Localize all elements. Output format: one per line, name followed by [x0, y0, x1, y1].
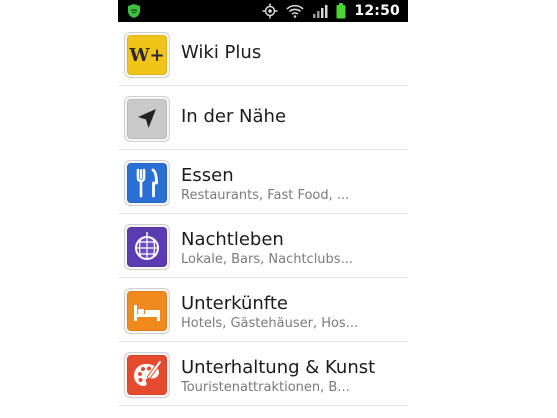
status-bar: 12:50 — [118, 0, 408, 22]
item-subtitle: Lokale, Bars, Nachtclubs... — [181, 252, 353, 267]
fork-knife-icon — [127, 163, 167, 203]
bed-icon — [127, 291, 167, 331]
clock: 12:50 — [354, 3, 400, 19]
list-item-food[interactable]: Essen Restaurants, Fast Food, ... — [118, 150, 408, 214]
list-item-nightlife[interactable]: Nachtleben Lokale, Bars, Nachtclubs... — [118, 214, 408, 278]
item-subtitle: Hotels, Gästehäuser, Hos... — [181, 316, 359, 331]
item-title: Unterhaltung & Kunst — [181, 357, 376, 378]
list-item-entertainment-art[interactable]: Unterhaltung & Kunst Touristenattraktion… — [118, 342, 408, 406]
item-title: Nachtleben — [181, 229, 284, 250]
phone-screen: 12:50 W+ Wiki Plus In der Nähe Essen Res… — [118, 0, 408, 418]
list-item-accommodation[interactable]: Unterkünfte Hotels, Gästehäuser, Hos... — [118, 278, 408, 342]
shield-icon — [126, 3, 142, 19]
navigation-arrow-icon — [127, 99, 167, 139]
category-list: W+ Wiki Plus In der Nähe Essen Restauran… — [118, 22, 408, 406]
signal-icon — [313, 5, 328, 18]
palette-icon — [127, 355, 167, 395]
wifi-icon — [286, 4, 304, 18]
list-item-nearby[interactable]: In der Nähe — [118, 86, 408, 150]
wiki-plus-icon: W+ — [127, 35, 167, 75]
list-item-wiki-plus[interactable]: W+ Wiki Plus — [118, 22, 408, 86]
item-title: Unterkünfte — [181, 293, 288, 314]
item-subtitle: Touristenattraktionen, B... — [181, 380, 350, 395]
item-subtitle: Restaurants, Fast Food, ... — [181, 188, 350, 203]
wiki-logo-text: W+ — [129, 44, 165, 66]
item-title: Essen — [181, 165, 234, 186]
disco-ball-icon — [127, 227, 167, 267]
item-title: In der Nähe — [181, 106, 287, 127]
item-title: Wiki Plus — [181, 42, 262, 63]
battery-icon — [336, 3, 346, 19]
gps-icon — [262, 3, 278, 19]
